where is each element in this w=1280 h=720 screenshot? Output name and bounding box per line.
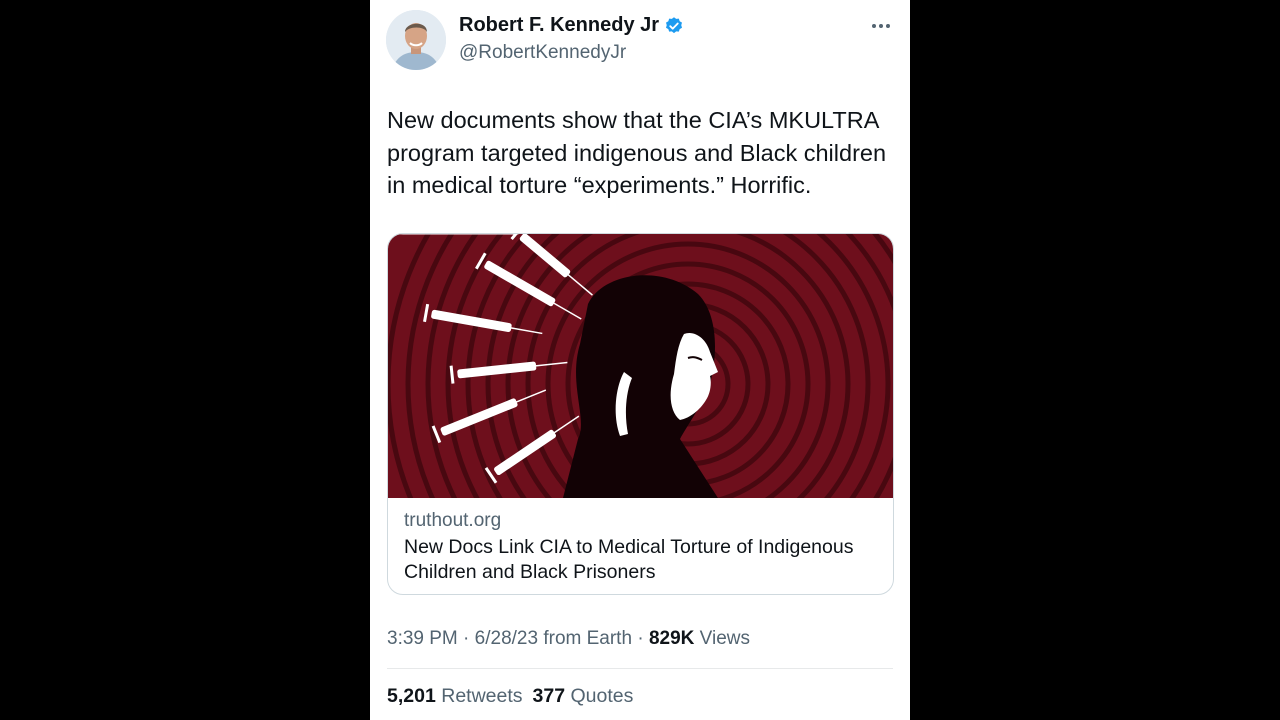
quotes-count: 377 bbox=[532, 685, 566, 707]
tweet-date[interactable]: 6/28/23 bbox=[475, 628, 538, 649]
tweet-card: Robert F. Kennedy Jr @RobertKennedyJr Ne… bbox=[370, 0, 910, 720]
meta-separator: · bbox=[632, 628, 649, 649]
avatar-image bbox=[386, 10, 446, 70]
meta-separator: · bbox=[457, 628, 475, 649]
link-preview-image bbox=[388, 234, 893, 498]
retweets-link[interactable]: 5,201 Retweets bbox=[387, 685, 523, 707]
quotes-label: Quotes bbox=[570, 685, 634, 707]
quotes-link[interactable]: 377 Quotes bbox=[533, 685, 634, 707]
link-preview-card[interactable]: truthout.org New Docs Link CIA to Medica… bbox=[387, 233, 894, 595]
tweet-meta: 3:39 PM · 6/28/23 from Earth · 829K View… bbox=[387, 628, 750, 650]
views-label: Views bbox=[694, 628, 750, 649]
retweets-label: Retweets bbox=[441, 685, 523, 707]
avatar[interactable] bbox=[386, 10, 446, 70]
link-title: New Docs Link CIA to Medical Torture of … bbox=[404, 536, 854, 583]
link-domain: truthout.org bbox=[404, 510, 502, 531]
engagement-stats: 5,201 Retweets 377 Quotes bbox=[387, 685, 633, 708]
author-name[interactable]: Robert F. Kennedy Jr bbox=[459, 14, 659, 37]
tweet-time[interactable]: 3:39 PM bbox=[387, 628, 458, 649]
author-name-row[interactable]: Robert F. Kennedy Jr bbox=[459, 14, 684, 37]
divider bbox=[387, 668, 893, 669]
views-count: 829K bbox=[648, 628, 695, 649]
tweet-text: New documents show that the CIA’s MKULTR… bbox=[387, 107, 887, 198]
tweet-source: from Earth bbox=[538, 628, 633, 649]
author-handle[interactable]: @RobertKennedyJr bbox=[459, 42, 626, 64]
retweets-count: 5,201 bbox=[387, 685, 436, 707]
verified-badge-icon bbox=[666, 16, 683, 33]
more-options-icon[interactable] bbox=[870, 16, 892, 36]
